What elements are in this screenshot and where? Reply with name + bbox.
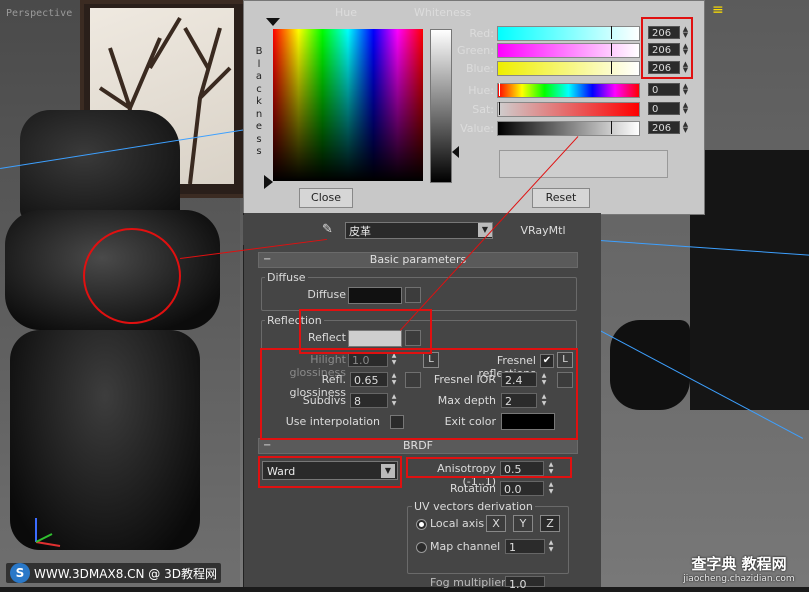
value-spinner[interactable]: 206 [648, 121, 680, 134]
sat-spinner[interactable]: 0 [648, 102, 680, 115]
basic-parameters-label: Basic parameters [369, 253, 467, 266]
annotation-box-reflection-params [260, 348, 578, 440]
chair-back-cushion [20, 110, 180, 220]
hue-slider[interactable] [497, 83, 640, 98]
annotation-box-rgb [641, 17, 693, 79]
rotation-spinner-icon[interactable]: ▲ ▼ [547, 481, 555, 496]
annotation-box-anisotropy [406, 457, 572, 478]
collapse-icon[interactable]: − [263, 253, 271, 267]
rotation-label: Rotation [449, 482, 496, 495]
annotation-box-brdf [258, 456, 402, 488]
scene-chair-right [610, 320, 690, 410]
map-channel-field[interactable]: 1 [505, 539, 545, 554]
map-channel-radio[interactable] [416, 542, 427, 553]
blackness-label: Blackness [255, 46, 263, 157]
scene-dark-object [690, 150, 809, 410]
basic-parameters-rollout[interactable]: − Basic parameters [258, 252, 578, 268]
diffuse-color-swatch[interactable] [348, 287, 402, 304]
axis-y-button[interactable]: Y [513, 515, 533, 532]
diffuse-label: Diffuse [307, 288, 346, 301]
local-axis-label: Local axis [430, 517, 485, 530]
axis-gizmo-icon [35, 518, 61, 547]
sat-slider-marker[interactable] [499, 102, 500, 115]
hue-spinner[interactable]: 0 [648, 83, 680, 96]
value-slider-marker[interactable] [611, 121, 612, 134]
diffuse-map-button[interactable] [405, 287, 421, 303]
uv-vectors-title: UV vectors derivation [412, 500, 535, 513]
value-label: Value: [460, 122, 494, 135]
axis-z-button[interactable]: Z [540, 515, 560, 532]
whiteness-label: Whiteness [414, 6, 472, 19]
sat-label: Sat: [472, 103, 494, 116]
blue-slider-marker[interactable] [611, 61, 612, 74]
current-color-swatch [499, 150, 668, 178]
material-type-button[interactable]: VRayMtl [498, 222, 588, 239]
green-slider-marker[interactable] [611, 43, 612, 56]
map-channel-spinner-icon[interactable]: ▲ ▼ [547, 539, 555, 554]
hue-pointer-icon[interactable] [266, 18, 280, 26]
material-name-field[interactable]: 皮革 [345, 222, 493, 239]
value-spinner-arrows-icon[interactable]: ▲ ▼ [681, 121, 690, 134]
scene-yellow-mark: ≡ [712, 2, 724, 18]
hue-slider-marker[interactable] [499, 83, 500, 96]
watermark-left-text: WWW.3DMAX8.CN @ 3D教程网 [34, 566, 218, 581]
value-slider[interactable] [497, 121, 640, 136]
red-slider-marker[interactable] [611, 26, 612, 39]
red-slider[interactable] [497, 26, 640, 41]
blue-label: Blue: [465, 62, 494, 75]
local-axis-radio[interactable] [416, 519, 427, 530]
site-logo-icon: S [10, 563, 30, 583]
viewport-label[interactable]: Perspective [6, 8, 72, 19]
axis-x-button[interactable]: X [486, 515, 506, 532]
annotation-circle [83, 228, 181, 324]
reset-button[interactable]: Reset [532, 188, 590, 208]
brdf-rollout[interactable]: − BRDF [258, 438, 578, 454]
blackness-pointer-icon[interactable] [264, 175, 273, 189]
brdf-collapse-icon[interactable]: − [263, 439, 271, 453]
map-channel-label: Map channel [430, 540, 501, 553]
watermark-right: 查字典 教程网 jiaocheng.chazidian.com [672, 553, 806, 585]
green-label: Green: [456, 44, 494, 57]
sat-spinner-arrows-icon[interactable]: ▲ ▼ [681, 102, 690, 115]
red-label: Red: [469, 27, 494, 40]
fog-multiplier-label: Fog multiplier [430, 576, 506, 589]
diffuse-group-title: Diffuse [265, 271, 308, 284]
rotation-field[interactable]: 0.0 [500, 481, 544, 496]
watermark-right-title: 查字典 教程网 [691, 555, 787, 573]
hue-blackness-picker[interactable] [273, 29, 423, 181]
watermark-left: S WWW.3DMAX8.CN @ 3D教程网 [6, 563, 222, 583]
hue-value-label: Hue: [468, 84, 494, 97]
blue-slider[interactable] [497, 61, 640, 76]
fog-multiplier-field[interactable]: 1.0 [505, 576, 545, 591]
eyedropper-icon[interactable]: ✎ [322, 222, 333, 237]
close-button[interactable]: Close [299, 188, 353, 208]
brdf-label: BRDF [403, 439, 433, 452]
watermark-right-url: jiaocheng.chazidian.com [683, 574, 795, 584]
hue-spinner-arrows-icon[interactable]: ▲ ▼ [681, 83, 690, 96]
green-slider[interactable] [497, 43, 640, 58]
whiteness-pointer-icon[interactable] [452, 146, 459, 158]
hue-label: Hue [335, 6, 358, 19]
sat-slider[interactable] [497, 102, 640, 117]
